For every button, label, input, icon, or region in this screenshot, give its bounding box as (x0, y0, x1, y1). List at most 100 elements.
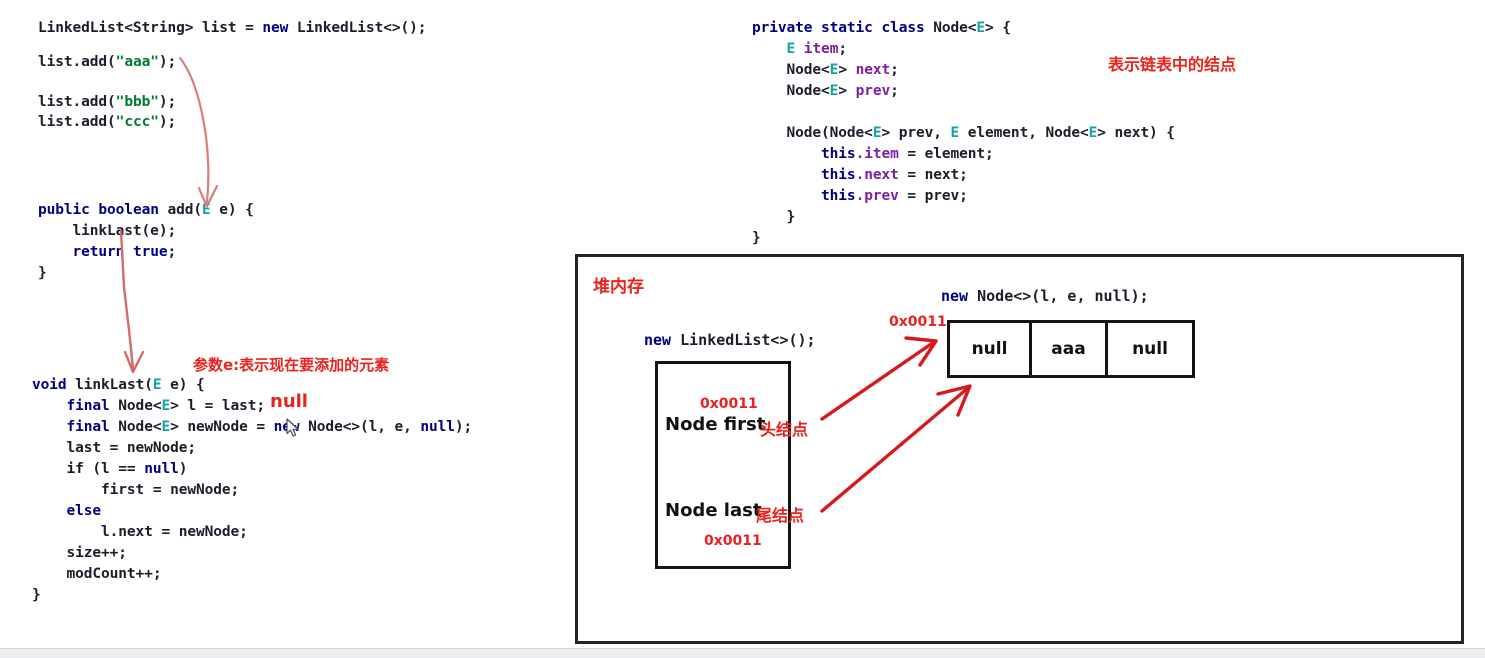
node-object-box: null aaa null (947, 320, 1195, 378)
linklast-params-rest: e) { (161, 377, 205, 393)
generic-E-newnode: E (161, 419, 171, 435)
blank-line-node (752, 104, 761, 120)
mouse-cursor (286, 418, 299, 437)
kw-else: else (32, 503, 102, 519)
add-call-prefix-bbb: list.add( (38, 94, 116, 110)
this-item-field: .item (855, 146, 899, 162)
lnext-assign-line: l.next = newNode; (32, 524, 248, 540)
this-prev-assign: = prev; (898, 188, 968, 204)
generic-E-l: E (161, 398, 171, 414)
add-method: public boolean add(E e) { linkLast(e); r… (38, 200, 254, 284)
add-aaa-line: list.add("aaa"); (38, 54, 176, 70)
node-ctor-args: Node<>(l, e, (299, 419, 421, 435)
kw-null-ctor: null (420, 419, 455, 435)
literal-quote-close-bbb: " (150, 94, 159, 110)
node-ctor-close: ); (454, 419, 473, 435)
kw-this-next: this (752, 167, 856, 183)
if-line: if (l == null) (32, 461, 188, 477)
kw-return: return (38, 244, 125, 260)
first-address-label: 0x0011 (700, 396, 758, 412)
node-first-label: Node first (665, 414, 766, 435)
usage-line-1-prefix: LinkedList<String> list = (38, 20, 263, 36)
add-bbb-line: list.add("bbb"); (38, 94, 176, 110)
add-call-suffix-ccc: ); (158, 114, 177, 130)
usage-line-1-suffix: LinkedList<>(); (288, 20, 427, 36)
heap-memory-title: 堆内存 (593, 277, 644, 297)
semicolon-return: ; (167, 244, 177, 260)
this-item-line: this.item = element; (752, 146, 994, 162)
usage-snippet: LinkedList<String> list = new LinkedList… (38, 18, 426, 39)
node-type-next: Node< (752, 62, 830, 78)
new-keyword: new (262, 20, 289, 36)
size-increment-line: size++; (32, 545, 128, 561)
generic-E-ctor-3: E (1088, 125, 1098, 141)
kw-final-1: final (32, 398, 110, 414)
first-assign-line: first = newNode; (32, 482, 240, 498)
node-class-signature: private static class Node<E> { (752, 20, 1011, 36)
last-assign-line: last = newNode; (32, 440, 197, 456)
add-call-suffix-bbb: ); (158, 94, 177, 110)
node-class-name: Node< (924, 20, 977, 36)
literal-quote-close-aaa: " (150, 54, 159, 70)
this-prev-line: this.prev = prev; (752, 188, 968, 204)
field-next-line: Node<E> next; (752, 62, 899, 78)
node-first-cn-label: 头结点 (760, 420, 809, 439)
ctor-param-next: > next) { (1097, 125, 1175, 141)
field-next: next (855, 62, 891, 78)
kw-this-item: this (752, 146, 856, 162)
node-cell-prev: null (950, 323, 1032, 375)
kw-null-if: null (144, 461, 179, 477)
kw-final-2: final (32, 419, 110, 435)
last-is-null-annotation: null (270, 391, 308, 412)
kw-new-linkedlist: new (644, 331, 672, 349)
literal-ccc: ccc (124, 114, 151, 130)
new-linkedlist-label: new LinkedList<>(); (644, 331, 816, 349)
indent-item (752, 41, 787, 57)
node-type-2: Node< (109, 419, 162, 435)
node-type-prev-close: > (838, 83, 856, 99)
field-item-line: E item; (752, 41, 848, 57)
node-type-prev: Node< (752, 83, 830, 99)
kw-boolean: boolean (98, 202, 159, 218)
node-class-annotation: 表示链表中的结点 (1108, 55, 1237, 74)
add-call-suffix-aaa: ); (158, 54, 177, 70)
add-ccc-line: list.add("ccc"); (38, 114, 176, 130)
node-type-next-close: > (838, 62, 856, 78)
linklast-name: linkLast( (66, 377, 153, 393)
add-signature: public boolean add(E e) { (38, 202, 254, 218)
ctor-name: Node(Node< (752, 125, 873, 141)
kw-void: void (32, 377, 67, 393)
usage-add-lines: list.add("aaa"); list.add("bbb"); list.a… (38, 52, 176, 132)
add-close-brace: } (38, 265, 47, 281)
linklast-call: linkLast(e); (38, 223, 177, 239)
add-call-prefix: list.add( (38, 54, 116, 70)
field-prev-line: Node<E> prev; (752, 83, 899, 99)
this-prev-field: .prev (855, 188, 899, 204)
newnode-assign: > newNode = (170, 419, 274, 435)
generic-E-ctor-2: E (950, 125, 960, 141)
node-last-cn-label: 尾结点 (756, 506, 805, 525)
add-method-name: add( (158, 202, 202, 218)
bottom-window-strip (0, 648, 1485, 658)
literal-quote-close-ccc: " (150, 114, 159, 130)
usage-line-1: LinkedList<String> list = new LinkedList… (38, 20, 426, 36)
literal-aaa: aaa (124, 54, 151, 70)
kw-this-prev: this (752, 188, 856, 204)
this-next-field: .next (855, 167, 899, 183)
this-next-assign: = next; (898, 167, 968, 183)
node-class-open: > { (985, 20, 1011, 36)
node-last-label: Node last (665, 500, 762, 521)
new-node-label: new Node<>(l, e, null); (941, 287, 1149, 305)
generic-E-add: E (202, 202, 211, 218)
generic-E-item: E (786, 41, 796, 57)
new-node-diagram-rest: Node<>(l, e, null); (968, 287, 1149, 305)
node-cell-next: null (1132, 339, 1168, 359)
semicolon-item: ; (838, 41, 847, 57)
linklast-method: void linkLast(E e) { final Node<E> l = l… (32, 375, 472, 606)
param-e-annotation: 参数e:表示现在要添加的元素 (193, 356, 390, 374)
add-return-line: return true; (38, 244, 177, 260)
kw-true: true (124, 244, 168, 260)
add-call-prefix-ccc: list.add( (38, 114, 116, 130)
semicolon-next: ; (890, 62, 899, 78)
node-type-1: Node< (109, 398, 162, 414)
